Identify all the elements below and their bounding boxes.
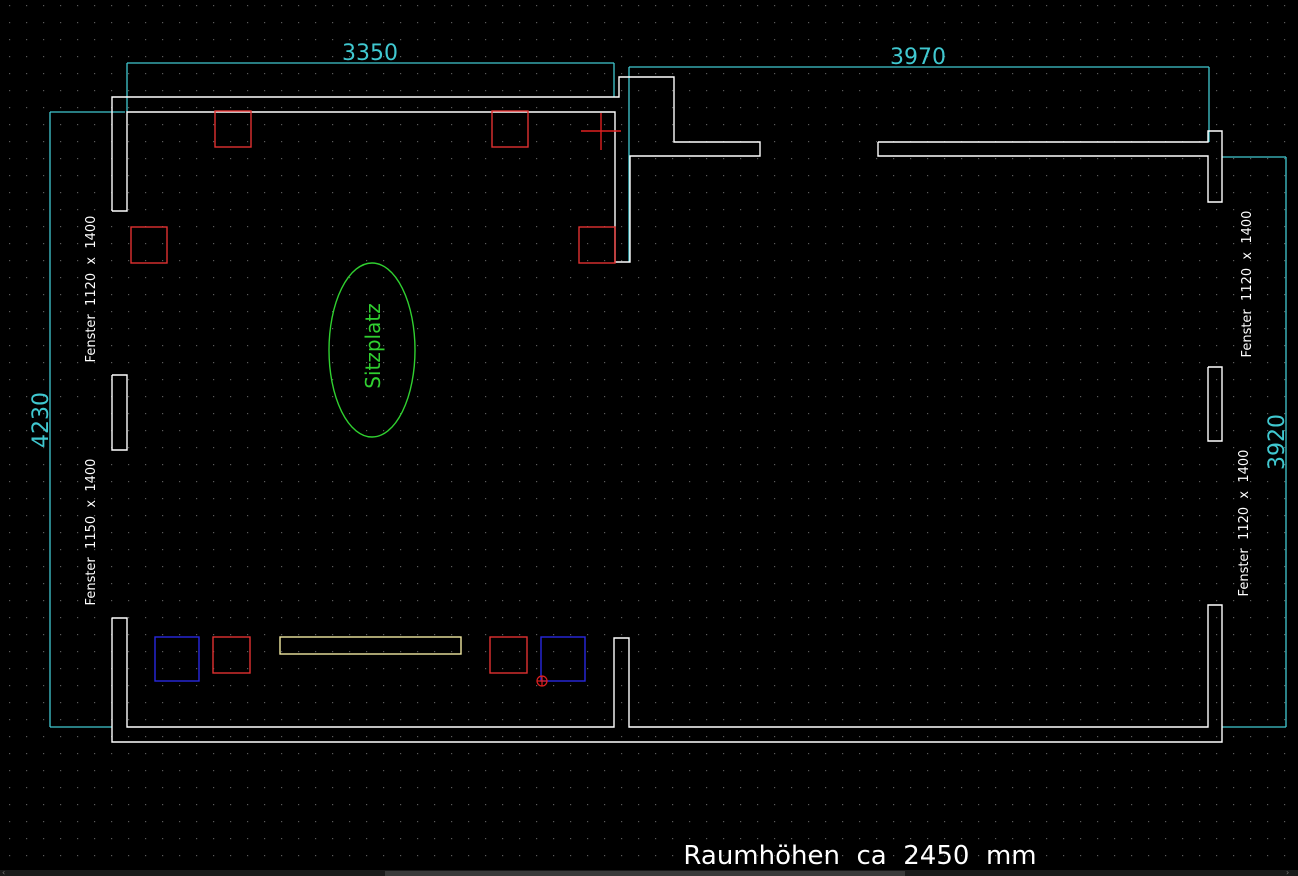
grid-dots [0,0,1298,868]
floor-plan-svg[interactable]: 3350 3970 4230 3920 Fenster 1120 x 1400 … [0,0,1298,876]
dimension-label-top-right: 3970 [890,45,946,70]
window-label-right-top: Fenster 1120 x 1400 [1240,211,1255,358]
scrollbar-thumb[interactable] [385,871,905,876]
room-height-note: Raumhöhen ca 2450 mm [683,841,1036,871]
window-label-left-top: Fenster 1120 x 1400 [84,216,99,363]
seating-label: Sitzplatz [361,303,385,388]
snap-marker-icon [536,675,548,687]
dimension-label-left: 4230 [29,392,54,448]
window-label-right-bottom: Fenster 1120 x 1400 [1237,450,1252,597]
dimension-label-right: 3920 [1265,414,1290,470]
scroll-right-icon[interactable]: › [1286,869,1294,876]
window-label-left-bottom: Fenster 1150 x 1400 [84,459,99,606]
cad-drawing-canvas[interactable]: 3350 3970 4230 3920 Fenster 1120 x 1400 … [0,0,1298,876]
scroll-left-icon[interactable]: ‹ [2,869,10,876]
dimension-label-top-left: 3350 [342,41,398,66]
